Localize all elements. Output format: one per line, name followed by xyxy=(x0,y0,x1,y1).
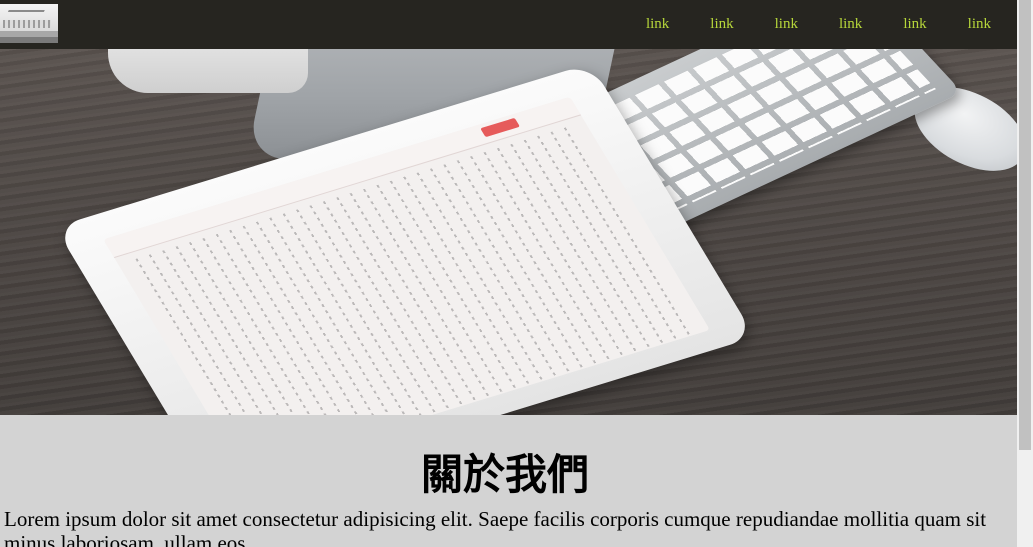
nav-link-1[interactable]: link xyxy=(646,0,669,49)
hero-image xyxy=(0,49,1017,415)
about-section: 關於我們 Lorem ipsum dolor sit amet consecte… xyxy=(0,415,1017,547)
nav-link-6[interactable]: link xyxy=(968,0,991,49)
vertical-scrollbar[interactable] xyxy=(1017,0,1033,547)
page: link link link link link link 關於我們 Lorem… xyxy=(0,0,1017,547)
calendar-active-tab-graphic xyxy=(480,117,520,138)
calendar-grid-graphic xyxy=(127,124,701,415)
nav-link-2[interactable]: link xyxy=(710,0,733,49)
about-body-text: Lorem ipsum dolor sit amet consectetur a… xyxy=(4,507,987,547)
nav-link-4[interactable]: link xyxy=(839,0,862,49)
nav-links: link link link link link link xyxy=(605,0,991,49)
nav-link-3[interactable]: link xyxy=(775,0,798,49)
scrollbar-thumb[interactable] xyxy=(1019,0,1031,450)
site-logo[interactable] xyxy=(0,4,58,43)
logo-line-4 xyxy=(0,37,58,43)
logo-line-2 xyxy=(3,20,51,28)
top-navbar: link link link link link link xyxy=(0,0,1017,49)
nav-link-5[interactable]: link xyxy=(903,0,926,49)
monitor-base-graphic xyxy=(108,49,308,93)
tablet-screen-graphic xyxy=(103,96,711,415)
about-title: 關於我們 xyxy=(420,450,589,499)
